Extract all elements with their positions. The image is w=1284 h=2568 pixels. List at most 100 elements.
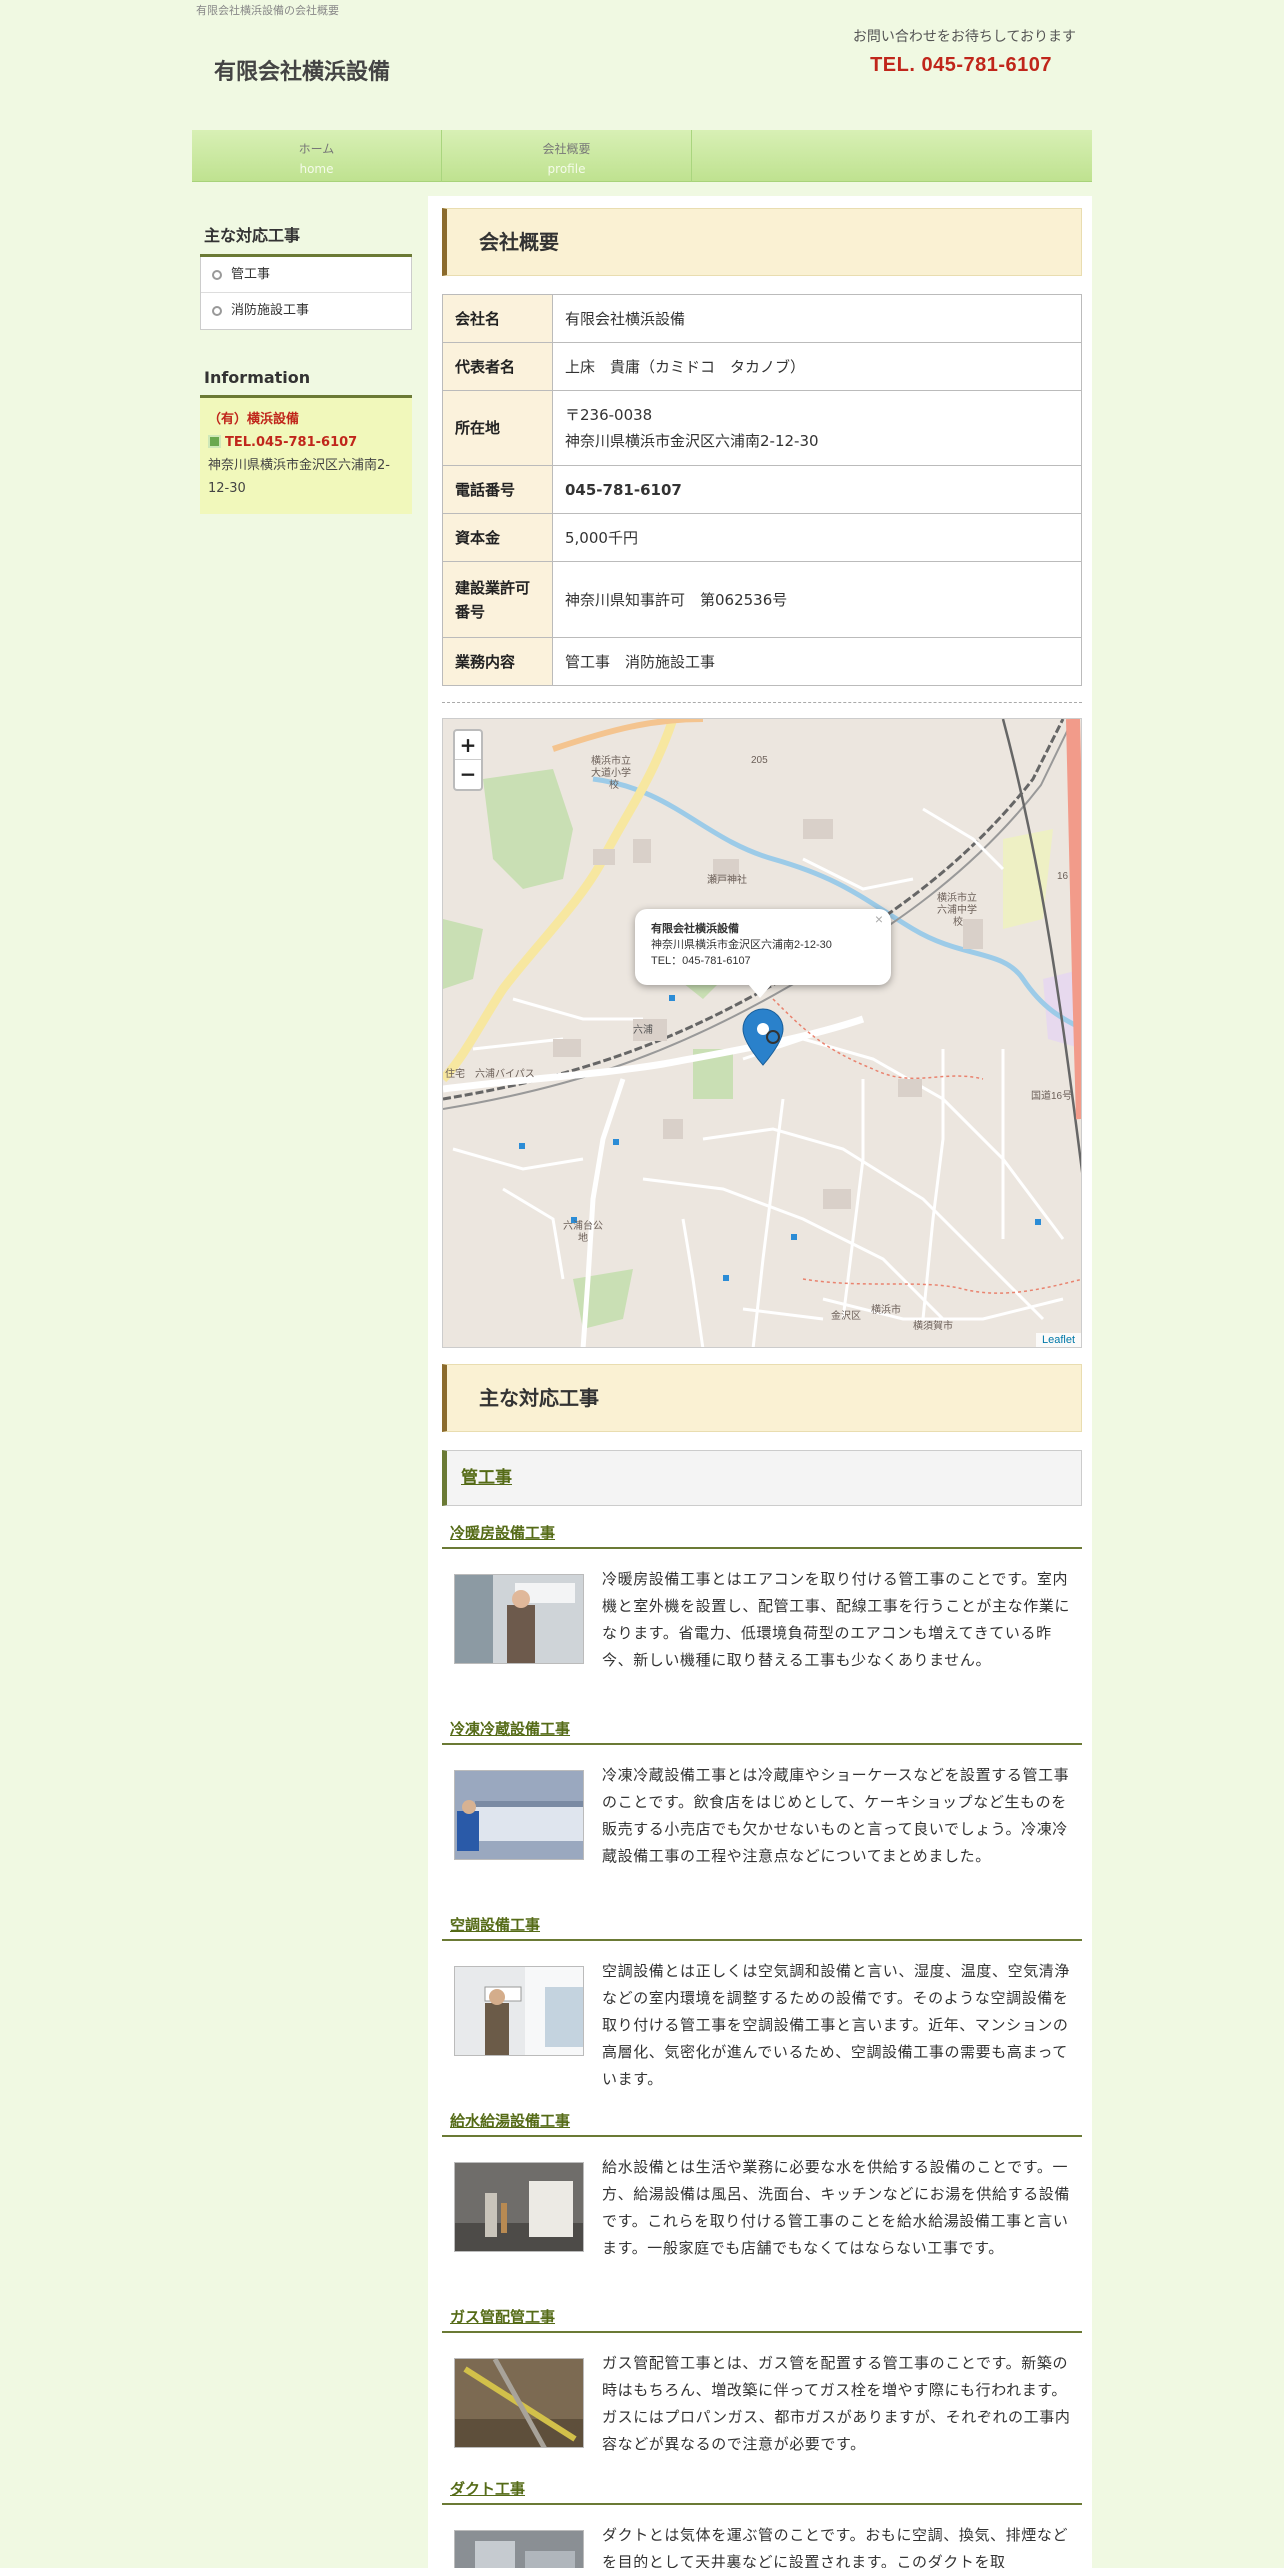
address: 神奈川県横浜市金沢区六浦南2-12-30	[565, 432, 819, 450]
bullet-icon	[212, 270, 222, 280]
zoom-control: + −	[453, 729, 483, 791]
item-link[interactable]: 給水給湯設備工事	[450, 2112, 570, 2130]
hvac-photo	[455, 1967, 583, 2055]
zoom-in-button[interactable]: +	[455, 731, 481, 760]
global-nav: ホーム home 会社概要 profile	[192, 130, 1092, 182]
item-photo	[454, 1574, 584, 1664]
map-popup: × 有限会社横浜設備 神奈川県横浜市金沢区六浦南2-12-30 TEL：045-…	[635, 909, 891, 985]
popup-name: 有限会社横浜設備	[651, 923, 739, 935]
popup-tip	[748, 984, 772, 998]
map[interactable]: 横浜市立 大道小学 校 205 瀬戸神社 横浜市立 六浦中学 校 16 六浦 住…	[442, 718, 1082, 1348]
item-description: 空調設備とは正しくは空気調和設備と言い、湿度、温度、空気清浄などの室内環境を調整…	[602, 1962, 1071, 2088]
table-row: 業務内容 管工事 消防施設工事	[442, 637, 1082, 686]
company-table: 会社名 有限会社横浜設備 代表者名 上床 貴庸（カミドコ タカノブ） 所在地 〒…	[442, 294, 1082, 686]
bullet-icon	[212, 306, 222, 316]
item-heading: 冷暖房設備工事	[442, 1522, 1082, 1549]
aircon-photo	[455, 1575, 583, 1663]
item-link[interactable]: ガス管配管工事	[450, 2308, 555, 2326]
row-value: 5,000千円	[552, 513, 1082, 562]
sidebar-works-title: 主な対応工事	[200, 210, 412, 257]
sidebar-info-title: Information	[200, 356, 412, 398]
phone-number-link[interactable]: 045-781-6107	[552, 465, 1082, 514]
row-key: 会社名	[442, 294, 553, 343]
item-link[interactable]: ダクト工事	[450, 2480, 525, 2498]
nav-item-label: 会社概要	[542, 142, 591, 156]
row-value: 神奈川県知事許可 第062536号	[552, 561, 1082, 638]
contact-tel[interactable]: TEL. 045-781-6107	[870, 54, 1052, 77]
sidebar-item-shobo[interactable]: 消防施設工事	[201, 293, 411, 329]
table-row: 建設業許可番号 神奈川県知事許可 第062536号	[442, 561, 1082, 638]
item-photo	[454, 2358, 584, 2448]
info-tel[interactable]: TEL.045-781-6107	[208, 431, 404, 454]
item-link[interactable]: 冷暖房設備工事	[450, 1524, 555, 1542]
table-row: 所在地 〒236-0038 神奈川県横浜市金沢区六浦南2-12-30	[442, 390, 1082, 466]
item-heading: 給水給湯設備工事	[442, 2110, 1082, 2137]
item-description: 冷凍冷蔵設備工事とは冷蔵庫やショーケースなどを設置する管工事のことです。飲食店を…	[602, 1766, 1070, 1865]
row-key: 所在地	[442, 390, 553, 466]
map-label-route: 205	[751, 755, 768, 766]
sidebar: 主な対応工事 管工事 消防施設工事 Information （有）横浜設備 TE…	[200, 210, 412, 514]
item-link[interactable]: 空調設備工事	[450, 1916, 540, 1934]
map-label-school1b: 大道小学	[591, 766, 631, 779]
site-title[interactable]: 有限会社横浜設備	[214, 54, 390, 86]
map-label-road-east: 国道16号	[1031, 1089, 1072, 1102]
map-label-bypass: 住宅 六浦バイパス	[445, 1067, 535, 1080]
row-key: 建設業許可番号	[442, 561, 553, 638]
row-value: 管工事 消防施設工事	[552, 637, 1082, 686]
map-label-school1c: 校	[609, 778, 619, 791]
map-label-school1: 横浜市立	[591, 754, 631, 767]
water-heater-photo	[455, 2163, 583, 2251]
map-tiles: 横浜市立 大道小学 校 205 瀬戸神社 横浜市立 六浦中学 校 16 六浦 住…	[443, 719, 1081, 1347]
item-heading: ダクト工事	[442, 2478, 1082, 2505]
freezer-photo	[455, 1771, 583, 1859]
sidebar-item-label: 消防施設工事	[231, 303, 310, 318]
map-label-school2b: 六浦中学	[937, 903, 977, 916]
item-photo	[454, 2162, 584, 2252]
zoom-out-button[interactable]: −	[455, 760, 481, 789]
item-description: 給水設備とは生活や業務に必要な水を供給する設備のことです。一方、給湯設備は風呂、…	[602, 2158, 1071, 2257]
info-tel-text: TEL.045-781-6107	[225, 435, 358, 450]
map-attribution[interactable]: Leaflet	[1035, 1333, 1081, 1347]
table-row: 電話番号 045-781-6107	[442, 465, 1082, 514]
row-value: 上床 貴庸（カミドコ タカノブ）	[552, 342, 1082, 391]
info-company-name: （有）横浜設備	[208, 412, 300, 427]
item-heading: 冷凍冷蔵設備工事	[442, 1718, 1082, 1745]
contact-message: お問い合わせをお待ちしております	[852, 29, 1076, 45]
map-label-school2: 横浜市立	[937, 891, 977, 904]
item-description: ガス管配管工事とは、ガス管を配置する管工事のことです。新築の時はもちろん、増改築…	[602, 2354, 1071, 2453]
row-key: 業務内容	[442, 637, 553, 686]
nav-item-sub: home	[299, 162, 334, 176]
map-label-yokosuka2: 横須賀市	[913, 1319, 953, 1332]
nav-item-home[interactable]: ホーム home	[192, 130, 442, 182]
popup-address: 神奈川県横浜市金沢区六浦南2-12-30	[651, 939, 832, 951]
table-row: 代表者名 上床 貴庸（カミドコ タカノブ）	[442, 342, 1082, 391]
item-link[interactable]: 冷凍冷蔵設備工事	[450, 1720, 570, 1738]
sidebar-item-kankouji[interactable]: 管工事	[201, 257, 411, 293]
phone-icon	[208, 435, 221, 448]
close-icon[interactable]: ×	[875, 911, 883, 927]
item-heading: 空調設備工事	[442, 1914, 1082, 1941]
nav-item-label: ホーム	[298, 142, 335, 156]
item-photo	[454, 1966, 584, 2056]
nav-item-profile[interactable]: 会社概要 profile	[442, 130, 692, 182]
map-label-school2c: 校	[953, 915, 963, 928]
sidebar-item-label: 管工事	[231, 267, 271, 282]
map-label-kanazawa: 金沢区	[831, 1309, 861, 1322]
page-title: 会社概要	[442, 208, 1082, 276]
row-value: 〒236-0038 神奈川県横浜市金沢区六浦南2-12-30	[552, 390, 1082, 466]
map-label-shrine: 瀬戸神社	[707, 873, 747, 886]
table-row: 会社名 有限会社横浜設備	[442, 294, 1082, 343]
row-value: 有限会社横浜設備	[552, 294, 1082, 343]
postal-code: 〒236-0038	[565, 406, 653, 424]
map-label-road16: 16	[1057, 871, 1069, 882]
category-link[interactable]: 管工事	[461, 1468, 512, 1488]
works-section-title: 主な対応工事	[442, 1364, 1082, 1432]
map-label-park: 六浦台公	[563, 1219, 603, 1232]
main-content: 会社概要 会社名 有限会社横浜設備 代表者名 上床 貴庸（カミドコ タカノブ） …	[428, 196, 1092, 2568]
table-row: 資本金 5,000千円	[442, 513, 1082, 562]
item-description: ダクトとは気体を運ぶ管のことです。おもに空調、換気、排煙などを目的として天井裏な…	[602, 2526, 1069, 2568]
row-key: 代表者名	[442, 342, 553, 391]
map-label-parkb: 地	[578, 1231, 588, 1244]
info-address: 神奈川県横浜市金沢区六浦南2-12-30	[208, 458, 390, 496]
row-key: 電話番号	[442, 465, 553, 514]
